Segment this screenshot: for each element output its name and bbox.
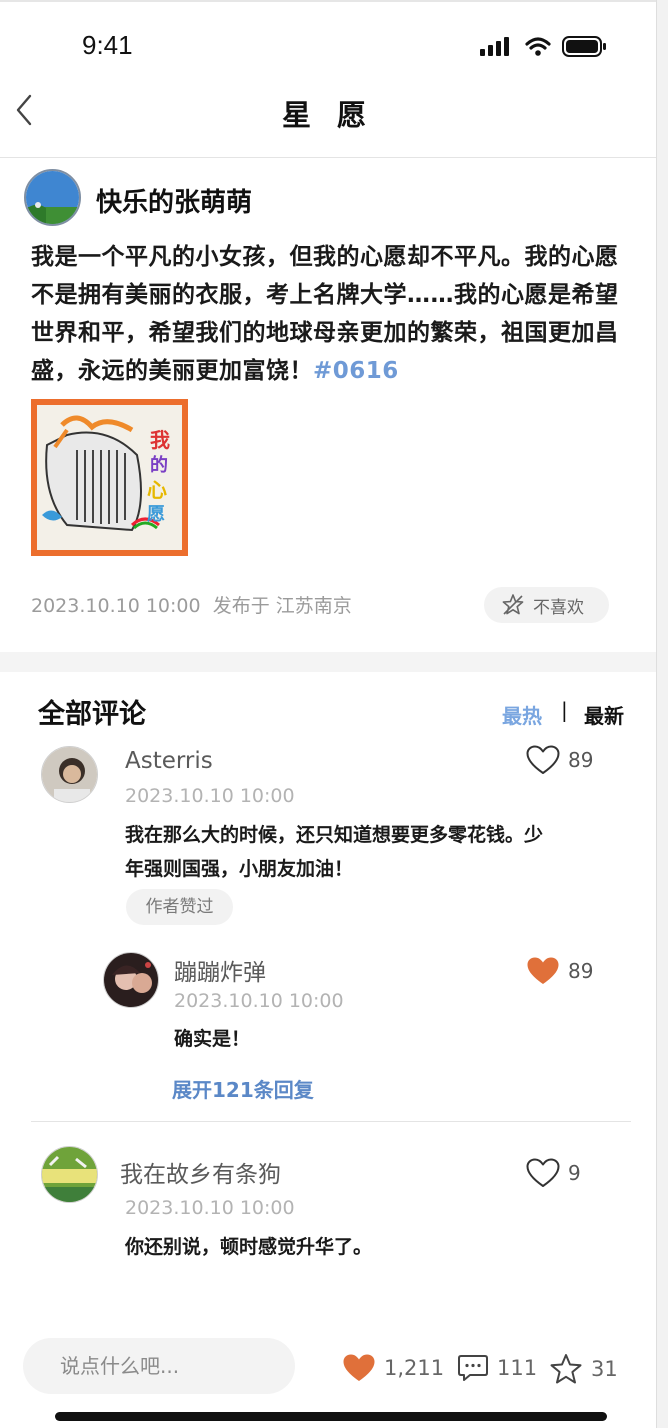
sort-hot-tab[interactable]: 最热 xyxy=(502,700,542,729)
post-hashtag[interactable]: #0616 xyxy=(313,358,399,384)
star-dislike-icon xyxy=(502,594,524,615)
avatar[interactable] xyxy=(103,952,159,1008)
comment-like-button[interactable]: 89 xyxy=(526,745,593,775)
comment-bubble-icon xyxy=(458,1355,488,1381)
dislike-button[interactable]: 不喜欢 xyxy=(484,587,609,623)
reply-author[interactable]: 蹦蹦炸弹 xyxy=(174,953,266,987)
comment-divider xyxy=(31,1121,631,1122)
expand-replies-link[interactable]: 展开121条回复 xyxy=(172,1074,314,1103)
post-comment-button[interactable]: 111 xyxy=(457,1353,537,1383)
star-outline-icon xyxy=(550,1354,582,1384)
comment-time: 2023.10.10 10:00 xyxy=(125,785,295,807)
signal-wifi-battery-icon xyxy=(480,36,606,57)
author-liked-badge: 作者赞过 xyxy=(126,889,233,925)
comment-like-button[interactable]: 9 xyxy=(526,1158,581,1188)
comment-text: 你还别说，顿时感觉升华了。 xyxy=(125,1236,373,1258)
post-like-button[interactable]: 1,211 xyxy=(342,1353,444,1383)
page-title: 星 愿 xyxy=(281,98,375,132)
comment-author[interactable]: Asterris xyxy=(125,748,213,774)
section-separator xyxy=(0,652,656,672)
reply-text: 确实是！ xyxy=(174,1028,251,1050)
heart-outline-icon xyxy=(526,1158,560,1187)
post-timestamp: 2023.10.10 10:00 xyxy=(31,595,201,617)
status-icons xyxy=(480,32,610,62)
image-char-2: 的 xyxy=(150,454,168,476)
sort-new-tab[interactable]: 最新 xyxy=(584,700,624,729)
author-avatar[interactable] xyxy=(24,169,81,226)
comment-text-line: 年强则国强，小朋友加油！ xyxy=(125,858,354,880)
home-indicator[interactable] xyxy=(55,1412,607,1421)
wish-drawing-image: 我 的 心 愿 xyxy=(37,405,182,550)
image-char-3: 心 xyxy=(147,478,167,502)
top-frame-line xyxy=(0,0,668,2)
image-char-4: 愿 xyxy=(147,504,165,525)
status-time: 9:41 xyxy=(82,30,133,60)
post-image[interactable]: 我 的 心 愿 xyxy=(31,399,188,556)
post-comment-count: 111 xyxy=(497,1356,538,1380)
comment-input[interactable]: 说点什么吧... xyxy=(23,1338,295,1394)
author-name[interactable]: 快乐的张萌萌 xyxy=(96,182,252,219)
heart-filled-icon xyxy=(527,957,559,984)
avatar[interactable] xyxy=(41,746,98,803)
image-char-1: 我 xyxy=(150,428,170,452)
post-like-count: 1,211 xyxy=(384,1356,445,1380)
post-text: 我是一个平凡的小女孩，但我的心愿却不平凡。我的心愿不是拥有美丽的衣服，考上名牌大… xyxy=(31,238,631,390)
reply-like-button[interactable]: 89 xyxy=(526,956,593,986)
right-scroll-gutter xyxy=(656,0,668,1428)
comment-time: 2023.10.10 10:00 xyxy=(125,1197,295,1219)
sort-separator: | xyxy=(561,698,568,722)
nav-divider xyxy=(0,157,656,158)
dislike-label: 不喜欢 xyxy=(533,597,584,618)
avatar[interactable] xyxy=(41,1146,98,1203)
reply-time: 2023.10.10 10:00 xyxy=(174,990,344,1012)
comment-author[interactable]: 我在故乡有条狗 xyxy=(120,1155,281,1189)
like-count: 9 xyxy=(568,1161,581,1185)
post-favorite-count: 31 xyxy=(591,1357,618,1381)
comments-title: 全部评论 xyxy=(38,699,146,730)
post-location: 发布于 江苏南京 xyxy=(212,595,352,617)
post-favorite-button[interactable]: 31 xyxy=(549,1353,618,1385)
like-count: 89 xyxy=(568,959,594,983)
post-meta: 2023.10.10 10:00 发布于 江苏南京 xyxy=(31,591,352,618)
heart-filled-icon xyxy=(343,1354,375,1381)
comment-text-line: 我在那么大的时候，还只知道想要更多零花钱。少 xyxy=(125,824,544,846)
heart-outline-icon xyxy=(526,745,560,774)
comment-text: 我在那么大的时候，还只知道想要更多零花钱。少 年强则国强，小朋友加油！ xyxy=(125,818,635,886)
like-count: 89 xyxy=(568,748,594,772)
